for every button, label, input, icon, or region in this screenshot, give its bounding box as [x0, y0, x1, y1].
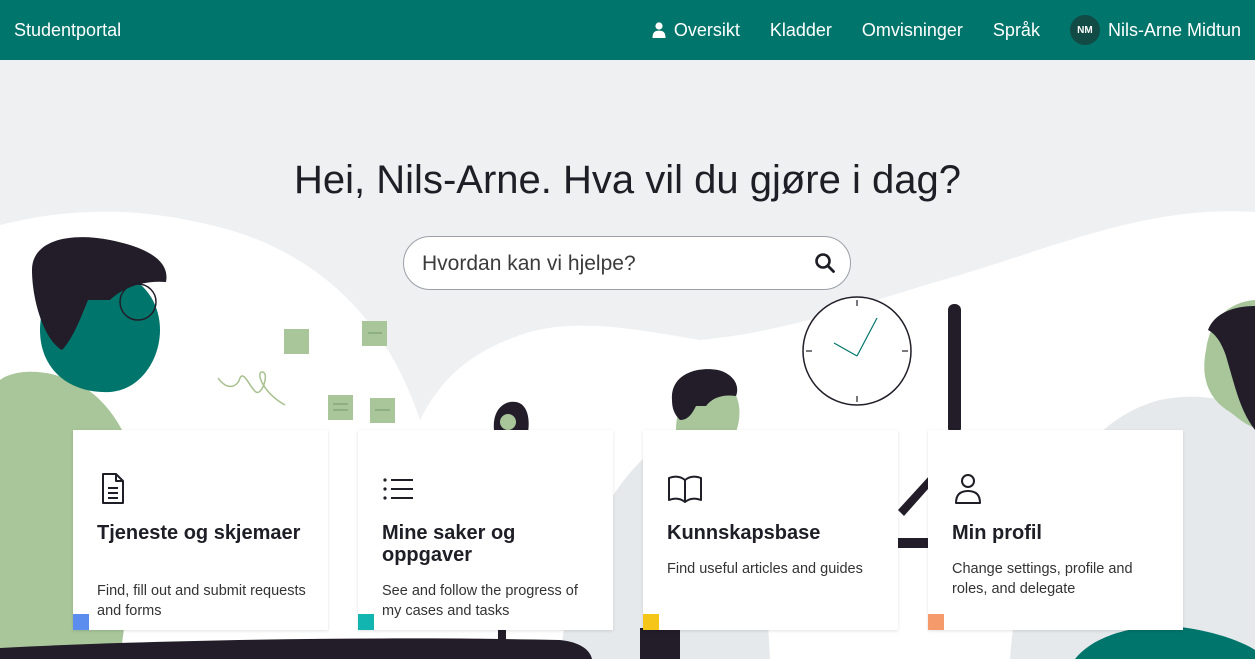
- person-icon: [952, 472, 984, 511]
- card-accent: [358, 614, 374, 630]
- list-icon: [382, 472, 416, 511]
- nav-item-label: Kladder: [769, 19, 832, 40]
- card-title: Kunnskapsbase: [667, 522, 821, 544]
- user-name: Nils-Arne Midtun: [1107, 19, 1241, 40]
- card-title: Tjeneste og skjemaer: [97, 522, 301, 544]
- top-navigation-bar: Studentportal Oversikt Kladder Omvisning…: [0, 0, 1255, 60]
- nav-item-label: Omvisninger: [861, 19, 963, 40]
- card-kunnskapsbase[interactable]: Kunnskapsbase Find useful articles and g…: [643, 430, 898, 630]
- card-title: Mine saker og oppgaver: [382, 522, 516, 566]
- card-description: Change settings, profile and roles, and …: [952, 561, 1133, 597]
- card-mine-saker-og-oppgaver[interactable]: Mine saker og oppgaver See and follow th…: [358, 430, 613, 630]
- card-accent: [643, 614, 659, 630]
- document-icon: [97, 472, 129, 511]
- card-accent: [73, 614, 89, 630]
- avatar: NM: [1069, 15, 1100, 45]
- user-menu[interactable]: NM Nils-Arne Midtun: [1069, 15, 1241, 45]
- nav-item-label: Språk: [992, 19, 1040, 40]
- card-title: Min profil: [952, 522, 1042, 544]
- card-accent: [928, 614, 944, 630]
- brand-link[interactable]: Studentportal: [14, 0, 121, 60]
- card-tjeneste-og-skjemaer[interactable]: Tjeneste og skjemaer Find, fill out and …: [73, 430, 328, 630]
- nav-item-omvisninger[interactable]: Omvisninger: [862, 20, 963, 41]
- card-description: Find useful articles and guides: [667, 561, 863, 577]
- main-nav: Oversikt Kladder Omvisninger Språk NM Ni…: [622, 0, 1241, 60]
- search-input[interactable]: [420, 237, 804, 291]
- nav-item-oversikt[interactable]: Oversikt: [652, 20, 740, 41]
- page-greeting: Hei, Nils-Arne. Hva vil du gjøre i dag?: [294, 158, 961, 202]
- user-icon: [652, 22, 666, 38]
- book-icon: [667, 472, 703, 511]
- nav-item-kladder[interactable]: Kladder: [770, 20, 832, 41]
- search-box: [403, 236, 851, 291]
- nav-item-label: Oversikt: [673, 19, 740, 40]
- card-description: See and follow the progress of my cases …: [382, 583, 578, 619]
- nav-item-sprak[interactable]: Språk: [993, 20, 1040, 41]
- card-min-profil[interactable]: Min profil Change settings, profile and …: [928, 430, 1183, 630]
- search-icon[interactable]: [814, 252, 836, 279]
- card-description: Find, fill out and submit requests and f…: [97, 583, 306, 619]
